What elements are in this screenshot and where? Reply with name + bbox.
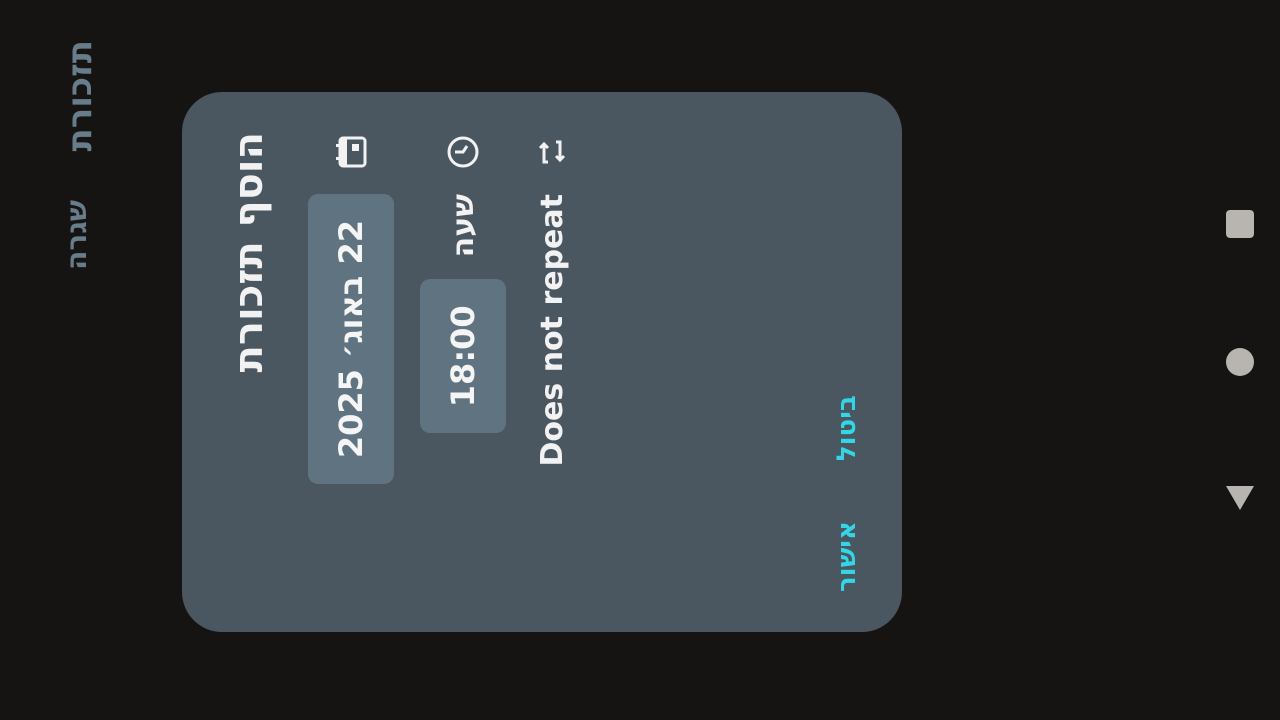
dialog-title: הוסף תזכורת — [226, 132, 272, 373]
recent-apps-icon[interactable] — [1226, 210, 1254, 238]
repeat-row[interactable]: Does not repeat — [532, 132, 572, 592]
phone-screen: תזכורת שגרה הוסף תזכורת 22 באוג׳ 2025 שע… — [0, 0, 1280, 720]
confirm-button[interactable]: אישור — [832, 521, 862, 592]
back-icon[interactable] — [1226, 486, 1254, 510]
time-picker-button[interactable]: 18:00 — [420, 279, 506, 434]
cancel-button[interactable]: ביטול — [832, 395, 862, 461]
time-label: שעה — [445, 194, 481, 258]
calendar-icon — [331, 132, 371, 172]
clock-icon — [443, 132, 483, 172]
repeat-option[interactable]: Does not repeat — [535, 194, 570, 466]
date-picker-button[interactable]: 22 באוג׳ 2025 — [308, 194, 394, 485]
dialog-actions: ביטול אישור — [832, 395, 862, 592]
date-row: 22 באוג׳ 2025 — [308, 132, 394, 592]
add-reminder-dialog: הוסף תזכורת 22 באוג׳ 2025 שעה 18:00 Does… — [182, 92, 902, 632]
repeat-icon — [532, 132, 572, 172]
system-nav-bar — [1200, 0, 1280, 720]
home-icon[interactable] — [1226, 348, 1254, 376]
time-row: שעה 18:00 — [420, 132, 506, 592]
